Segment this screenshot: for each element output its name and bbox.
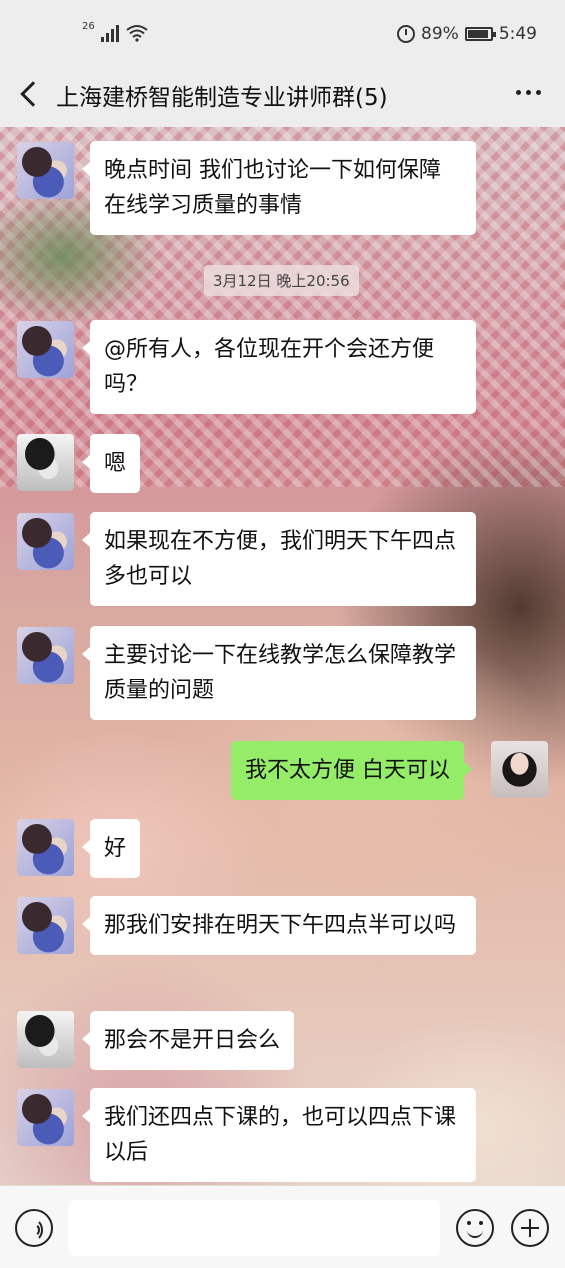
signal-icon	[100, 22, 119, 42]
message-bubble[interactable]: 那会不是开日会么	[81, 1011, 295, 1070]
boy-avatar[interactable]	[17, 819, 74, 876]
message-bubble[interactable]: 如果现在不方便，我们明天下午四点多也可以	[82, 512, 476, 606]
emoji-icon[interactable]	[456, 1209, 494, 1247]
boy-avatar[interactable]	[17, 513, 74, 570]
message-bubble[interactable]: 晚点时间 我们也讨论一下如何保障在线学习质量的事情	[82, 141, 476, 235]
network-type: 26	[82, 21, 95, 32]
back-icon[interactable]	[18, 78, 40, 108]
my-message-bubble[interactable]: 我不太方便 白天可以	[231, 741, 472, 800]
message-input[interactable]	[68, 1200, 440, 1256]
battery-icon	[464, 27, 496, 41]
chat-title: 上海建桥智能制造专业讲师群(5)	[56, 85, 388, 111]
top-bar: 26 89% 5:49 上海建桥智能制造专业讲师群(5)	[0, 0, 565, 127]
boy-avatar[interactable]	[17, 142, 74, 199]
message-bubble[interactable]: 嗯	[81, 434, 141, 493]
message-bubble[interactable]: 好	[81, 819, 141, 878]
my-avatar[interactable]	[491, 741, 548, 798]
message-bubble[interactable]: 主要讨论一下在线教学怎么保障教学质量的问题	[82, 626, 476, 720]
status-right: 89% 5:49	[397, 24, 537, 44]
timestamp-chip: 3月12日 晚上20:56	[204, 265, 359, 296]
battery-percent: 89%	[421, 24, 459, 44]
boy-avatar[interactable]	[17, 321, 74, 378]
clock: 5:49	[498, 24, 537, 44]
more-options-icon[interactable]	[516, 90, 541, 95]
boy-avatar[interactable]	[17, 1089, 74, 1146]
girl-avatar[interactable]	[17, 434, 74, 491]
message-bubble[interactable]: 我们还四点下课的，也可以四点下课以后	[82, 1088, 476, 1182]
message-bubble[interactable]: @所有人，各位现在开个会还方便吗？	[82, 320, 476, 414]
plus-icon[interactable]	[511, 1209, 549, 1247]
girl-avatar[interactable]	[17, 1011, 74, 1068]
chat-header: 上海建桥智能制造专业讲师群(5)	[0, 66, 565, 127]
message-bubble[interactable]: 那我们安排在明天下午四点半可以吗	[82, 896, 476, 955]
boy-avatar[interactable]	[17, 897, 74, 954]
status-left: 26	[82, 21, 149, 42]
boy-avatar[interactable]	[17, 627, 74, 684]
input-bar	[0, 1185, 565, 1268]
wifi-icon	[125, 24, 149, 42]
voice-icon[interactable]	[15, 1209, 53, 1247]
status-bar: 26 89% 5:49	[0, 0, 565, 66]
alarm-icon	[397, 25, 416, 43]
